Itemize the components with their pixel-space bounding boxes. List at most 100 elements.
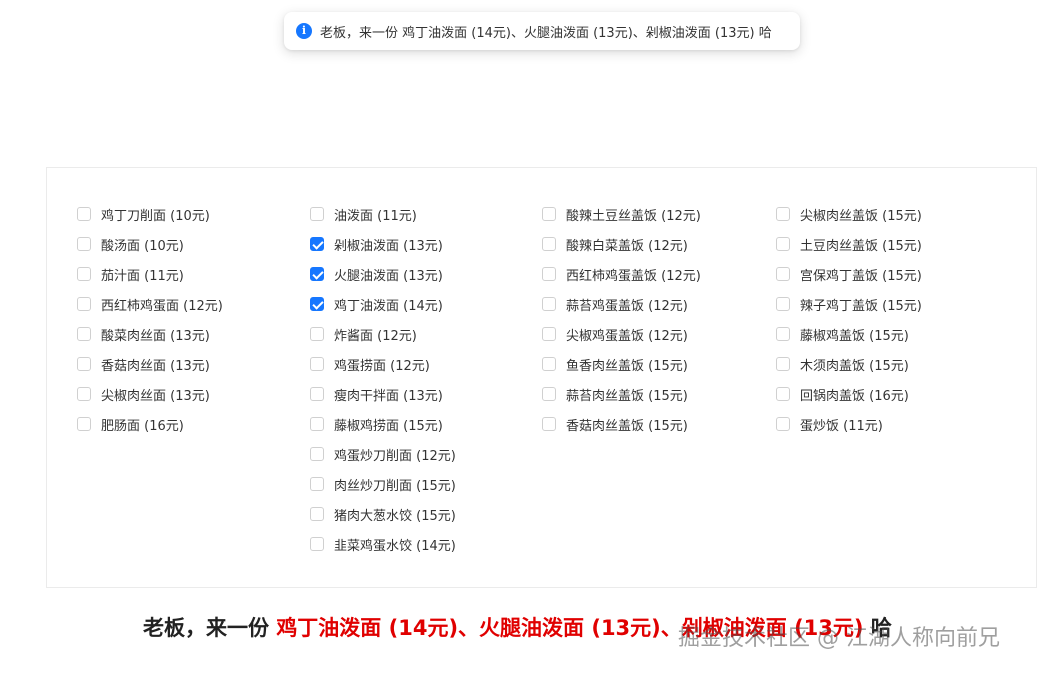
checkbox-empty-icon[interactable] bbox=[542, 267, 556, 281]
menu-item-checkbox[interactable]: 尖椒肉丝面 (13元) bbox=[77, 379, 223, 409]
menu-item-checkbox[interactable]: 炸酱面 (12元) bbox=[310, 319, 456, 349]
menu-item-checkbox[interactable]: 韭菜鸡蛋水饺 (14元) bbox=[310, 529, 456, 559]
menu-item-label: 土豆肉丝盖饭 (15元) bbox=[800, 238, 922, 254]
menu-item-checkbox[interactable]: 酸汤面 (10元) bbox=[77, 229, 223, 259]
menu-item-label: 香菇肉丝盖饭 (15元) bbox=[566, 418, 688, 434]
menu-item-label: 鸡蛋捞面 (12元) bbox=[334, 358, 430, 374]
menu-item-label: 鱼香肉丝盖饭 (15元) bbox=[566, 358, 688, 374]
menu-item-checkbox[interactable]: 肉丝炒刀削面 (15元) bbox=[310, 469, 456, 499]
menu-column-rice-plates: 酸辣土豆丝盖饭 (12元) 酸辣白菜盖饭 (12元) 西红柿鸡蛋盖饭 (12元) 蒜苔… bbox=[542, 199, 701, 439]
checkbox-empty-icon[interactable] bbox=[776, 327, 790, 341]
menu-item-label: 油泼面 (11元) bbox=[334, 208, 417, 224]
menu-item-checkbox[interactable]: 回锅肉盖饭 (16元) bbox=[776, 379, 922, 409]
checkbox-empty-icon[interactable] bbox=[542, 207, 556, 221]
checkbox-empty-icon[interactable] bbox=[77, 237, 91, 251]
menu-item-checkbox[interactable]: 蛋炒饭 (11元) bbox=[776, 409, 922, 439]
checkbox-empty-icon[interactable] bbox=[776, 417, 790, 431]
menu-item-label: 茄汁面 (11元) bbox=[101, 268, 184, 284]
menu-item-checkbox[interactable]: 鸡蛋捞面 (12元) bbox=[310, 349, 456, 379]
checkbox-checked-icon[interactable] bbox=[310, 297, 324, 311]
checkbox-empty-icon[interactable] bbox=[542, 297, 556, 311]
menu-item-checkbox[interactable]: 西红柿鸡蛋盖饭 (12元) bbox=[542, 259, 701, 289]
menu-item-label: 肥肠面 (16元) bbox=[101, 418, 184, 434]
checkbox-empty-icon[interactable] bbox=[77, 267, 91, 281]
menu-item-checkbox[interactable]: 木须肉盖饭 (15元) bbox=[776, 349, 922, 379]
menu-item-label: 尖椒肉丝盖饭 (15元) bbox=[800, 208, 922, 224]
menu-item-label: 瘦肉干拌面 (13元) bbox=[334, 388, 443, 404]
checkbox-empty-icon[interactable] bbox=[310, 417, 324, 431]
menu-item-checkbox[interactable]: 茄汁面 (11元) bbox=[77, 259, 223, 289]
menu-column-noodles: 鸡丁刀削面 (10元) 酸汤面 (10元) 茄汁面 (11元) 西红柿鸡蛋面 (12元… bbox=[77, 199, 223, 439]
menu-item-checkbox[interactable]: 宫保鸡丁盖饭 (15元) bbox=[776, 259, 922, 289]
menu-item-checkbox[interactable]: 酸菜肉丝面 (13元) bbox=[77, 319, 223, 349]
checkbox-empty-icon[interactable] bbox=[77, 357, 91, 371]
checkbox-empty-icon[interactable] bbox=[310, 447, 324, 461]
menu-item-checkbox[interactable]: 鸡丁刀削面 (10元) bbox=[77, 199, 223, 229]
info-icon: i bbox=[296, 23, 312, 39]
checkbox-empty-icon[interactable] bbox=[310, 537, 324, 551]
checkbox-empty-icon[interactable] bbox=[542, 387, 556, 401]
checkbox-empty-icon[interactable] bbox=[776, 387, 790, 401]
menu-item-checkbox[interactable]: 剁椒油泼面 (13元) bbox=[310, 229, 456, 259]
checkbox-empty-icon[interactable] bbox=[776, 357, 790, 371]
checkbox-empty-icon[interactable] bbox=[310, 357, 324, 371]
checkbox-empty-icon[interactable] bbox=[77, 387, 91, 401]
checkbox-checked-icon[interactable] bbox=[310, 237, 324, 251]
menu-item-checkbox[interactable]: 藤椒鸡捞面 (15元) bbox=[310, 409, 456, 439]
checkbox-checked-icon[interactable] bbox=[310, 267, 324, 281]
menu-item-label: 藤椒鸡捞面 (15元) bbox=[334, 418, 443, 434]
menu-item-label: 炸酱面 (12元) bbox=[334, 328, 417, 344]
checkbox-empty-icon[interactable] bbox=[310, 327, 324, 341]
menu-item-checkbox[interactable]: 藤椒鸡盖饭 (15元) bbox=[776, 319, 922, 349]
menu-item-checkbox[interactable]: 香菇肉丝面 (13元) bbox=[77, 349, 223, 379]
menu-item-checkbox[interactable]: 蒜苔肉丝盖饭 (15元) bbox=[542, 379, 701, 409]
order-message-text: 老板，来一份 鸡丁油泼面 (14元)、火腿油泼面 (13元)、剁椒油泼面 (13… bbox=[320, 25, 772, 41]
checkbox-empty-icon[interactable] bbox=[310, 507, 324, 521]
menu-item-label: 藤椒鸡盖饭 (15元) bbox=[800, 328, 909, 344]
menu-item-checkbox[interactable]: 土豆肉丝盖饭 (15元) bbox=[776, 229, 922, 259]
menu-item-checkbox[interactable]: 油泼面 (11元) bbox=[310, 199, 456, 229]
menu-item-label: 酸菜肉丝面 (13元) bbox=[101, 328, 210, 344]
checkbox-empty-icon[interactable] bbox=[77, 207, 91, 221]
menu-item-label: 酸辣土豆丝盖饭 (12元) bbox=[566, 208, 701, 224]
checkbox-empty-icon[interactable] bbox=[776, 267, 790, 281]
order-message-toast: i 老板，来一份 鸡丁油泼面 (14元)、火腿油泼面 (13元)、剁椒油泼面 (… bbox=[284, 12, 800, 50]
checkbox-empty-icon[interactable] bbox=[542, 237, 556, 251]
menu-item-label: 尖椒鸡蛋盖饭 (12元) bbox=[566, 328, 688, 344]
menu-item-checkbox[interactable]: 猪肉大葱水饺 (15元) bbox=[310, 499, 456, 529]
menu-item-checkbox[interactable]: 尖椒肉丝盖饭 (15元) bbox=[776, 199, 922, 229]
menu-checkbox-group: 鸡丁刀削面 (10元) 酸汤面 (10元) 茄汁面 (11元) 西红柿鸡蛋面 (12元… bbox=[46, 167, 1037, 588]
menu-item-label: 辣子鸡丁盖饭 (15元) bbox=[800, 298, 922, 314]
menu-item-checkbox[interactable]: 鱼香肉丝盖饭 (15元) bbox=[542, 349, 701, 379]
checkbox-empty-icon[interactable] bbox=[310, 207, 324, 221]
menu-item-checkbox[interactable]: 瘦肉干拌面 (13元) bbox=[310, 379, 456, 409]
menu-item-label: 香菇肉丝面 (13元) bbox=[101, 358, 210, 374]
checkbox-empty-icon[interactable] bbox=[542, 327, 556, 341]
checkbox-empty-icon[interactable] bbox=[77, 297, 91, 311]
checkbox-empty-icon[interactable] bbox=[542, 357, 556, 371]
menu-item-checkbox[interactable]: 酸辣土豆丝盖饭 (12元) bbox=[542, 199, 701, 229]
menu-item-label: 鸡丁油泼面 (14元) bbox=[334, 298, 443, 314]
menu-item-label: 尖椒肉丝面 (13元) bbox=[101, 388, 210, 404]
menu-item-checkbox[interactable]: 鸡蛋炒刀削面 (12元) bbox=[310, 439, 456, 469]
menu-item-checkbox[interactable]: 鸡丁油泼面 (14元) bbox=[310, 289, 456, 319]
checkbox-empty-icon[interactable] bbox=[77, 417, 91, 431]
checkbox-empty-icon[interactable] bbox=[776, 207, 790, 221]
menu-item-checkbox[interactable]: 肥肠面 (16元) bbox=[77, 409, 223, 439]
checkbox-empty-icon[interactable] bbox=[77, 327, 91, 341]
menu-item-checkbox[interactable]: 火腿油泼面 (13元) bbox=[310, 259, 456, 289]
menu-item-checkbox[interactable]: 香菇肉丝盖饭 (15元) bbox=[542, 409, 701, 439]
checkbox-empty-icon[interactable] bbox=[776, 237, 790, 251]
checkbox-empty-icon[interactable] bbox=[310, 477, 324, 491]
menu-item-label: 蒜苔鸡蛋盖饭 (12元) bbox=[566, 298, 688, 314]
menu-item-label: 火腿油泼面 (13元) bbox=[334, 268, 443, 284]
menu-item-checkbox[interactable]: 辣子鸡丁盖饭 (15元) bbox=[776, 289, 922, 319]
menu-item-checkbox[interactable]: 酸辣白菜盖饭 (12元) bbox=[542, 229, 701, 259]
checkbox-empty-icon[interactable] bbox=[542, 417, 556, 431]
menu-item-label: 木须肉盖饭 (15元) bbox=[800, 358, 909, 374]
menu-item-checkbox[interactable]: 尖椒鸡蛋盖饭 (12元) bbox=[542, 319, 701, 349]
checkbox-empty-icon[interactable] bbox=[776, 297, 790, 311]
checkbox-empty-icon[interactable] bbox=[310, 387, 324, 401]
menu-item-checkbox[interactable]: 蒜苔鸡蛋盖饭 (12元) bbox=[542, 289, 701, 319]
menu-item-checkbox[interactable]: 西红柿鸡蛋面 (12元) bbox=[77, 289, 223, 319]
